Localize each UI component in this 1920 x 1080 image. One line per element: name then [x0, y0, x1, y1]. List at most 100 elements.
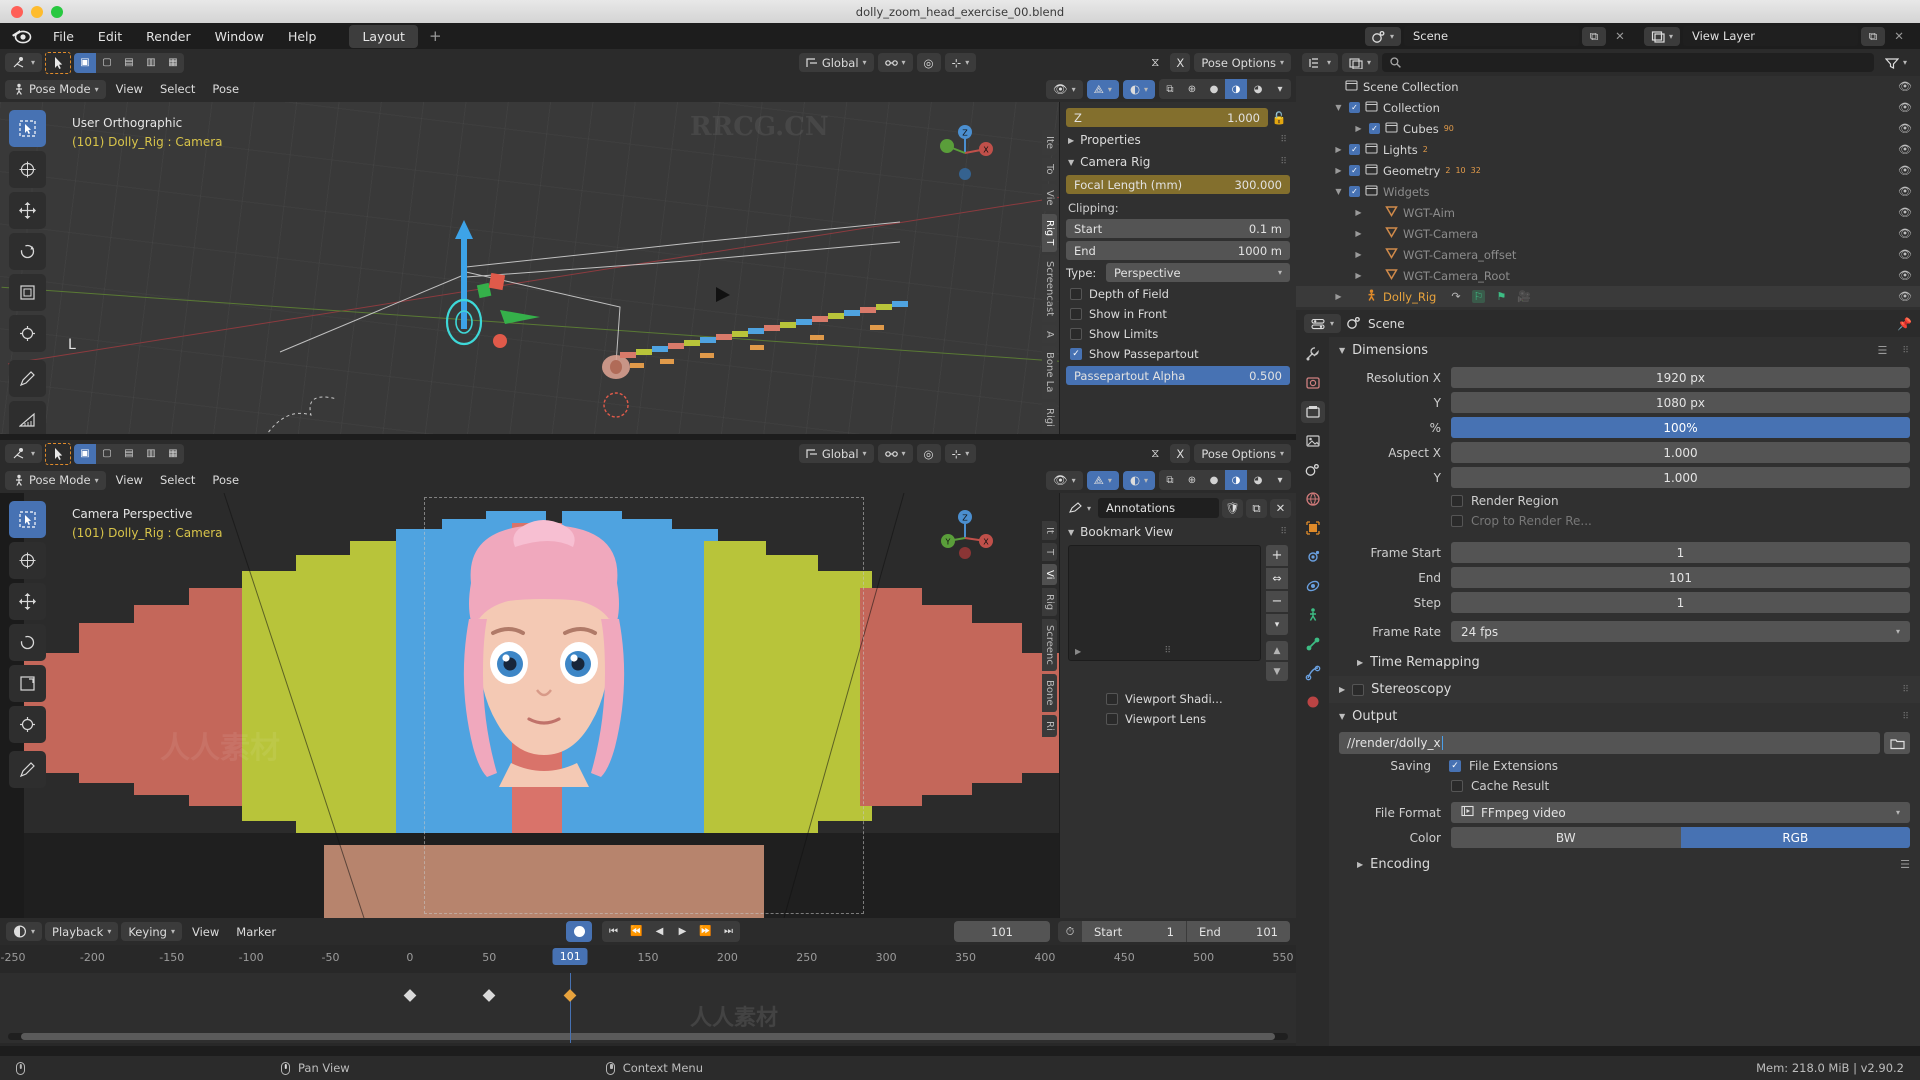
active-tool-select-box-icon[interactable] — [45, 51, 72, 74]
outliner-visibility-eye-icon[interactable]: 👁 — [1898, 185, 1912, 198]
tab-world[interactable] — [1301, 488, 1325, 510]
bookmark-list[interactable]: ▶ ⠿ — [1068, 545, 1261, 661]
gizmo-toggle-icon[interactable]: ⟁ ▾ — [1086, 470, 1119, 490]
tool-select-box-icon[interactable] — [9, 501, 46, 538]
tool-move-icon[interactable] — [9, 583, 46, 620]
output-section-header[interactable]: ▼ Output ⠿ — [1329, 703, 1920, 730]
bookmark-actions[interactable]: + ⇔ − ▾ ▲ ▼ — [1266, 545, 1288, 681]
timeline-menu-playback[interactable]: Playback ▾ — [45, 922, 119, 941]
stereoscopy-checkbox[interactable] — [1352, 683, 1365, 696]
dimensions-row[interactable]: % 100% — [1339, 416, 1910, 439]
tab-modifiers[interactable] — [1301, 546, 1325, 568]
show-passepartout-row[interactable]: ✓ Show Passepartout — [1060, 344, 1296, 364]
tab-physics[interactable] — [1301, 575, 1325, 597]
sidebar-tab-screencast[interactable]: Screencast — [1042, 254, 1057, 322]
tool-transform-icon[interactable] — [9, 315, 46, 352]
z-field-row[interactable]: Z 1.000 🔓 — [1066, 107, 1290, 128]
tool-annotate-icon[interactable] — [9, 360, 46, 397]
viewport-bottom-nav-gizmo[interactable]: Z X Y — [934, 507, 996, 569]
add-workspace-button[interactable]: + — [420, 27, 451, 45]
dimensions-row-field[interactable]: 100% — [1451, 417, 1910, 438]
armature-data-icon[interactable]: ⚑ — [1496, 290, 1506, 303]
auto-keying-button[interactable] — [566, 921, 592, 942]
dimensions-section-header[interactable]: ▼ Dimensions ☰ ⠿ — [1329, 337, 1920, 364]
frame-end-field[interactable]: 101 — [1451, 567, 1910, 588]
outliner-row[interactable]: ▶ WGT-Camera 👁 — [1296, 223, 1920, 244]
select-invert-icon[interactable]: ▥ — [140, 444, 162, 464]
viewport-bottom-canvas[interactable]: 人人素材 Camera Perspective (101) Dolly_Rig … — [0, 493, 1296, 918]
crop-to-render-region-checkbox[interactable] — [1451, 515, 1463, 527]
viewport-bottom-sidebar-tabs[interactable]: It T Vi Rig Screenc Bone Ri — [1042, 521, 1059, 740]
file-format-dropdown[interactable]: FFmpeg video ▾ — [1451, 802, 1910, 823]
pose-mirror-x-icon[interactable]: X — [1170, 444, 1191, 463]
scene-name-field[interactable]: Scene — [1403, 26, 1579, 46]
select-mode-group[interactable]: ▣ ▢ ▤ ▥ ▦ — [74, 443, 185, 464]
outliner-exclude-checkbox[interactable]: ✓ — [1349, 165, 1360, 176]
tab-render[interactable] — [1301, 372, 1325, 394]
keyframe-marker[interactable] — [563, 989, 577, 1002]
tab-output[interactable] — [1300, 401, 1325, 423]
viewport-top-sidebar-tabs[interactable]: Ite To Vie Rig T Screencast A Bone La Ri… — [1042, 130, 1059, 434]
outliner-exclude-checkbox[interactable]: ✓ — [1369, 123, 1380, 134]
dimensions-row[interactable]: Y 1080 px — [1339, 391, 1910, 414]
show-passepartout-checkbox[interactable]: ✓ — [1070, 348, 1082, 360]
outliner-visibility-eye-icon[interactable]: 👁 — [1898, 290, 1912, 303]
playhead-line[interactable] — [570, 973, 572, 1043]
transform-orientation-dropdown[interactable]: Global ▾ — [798, 444, 874, 463]
viewport-shading-checkbox[interactable] — [1106, 693, 1118, 705]
pose-options-dropdown[interactable]: Pose Options ▾ — [1194, 444, 1291, 463]
expand-icon[interactable]: ▶ — [1075, 647, 1081, 656]
select-mode-group[interactable]: ▣ ▢ ▤ ▥ ▦ — [74, 52, 185, 73]
tool-cursor-icon[interactable] — [9, 151, 46, 188]
proportional-edit-icon[interactable]: ◎ — [916, 444, 941, 463]
sidebar-tab-view[interactable]: Vie — [1042, 183, 1057, 212]
outliner-editor-type-icon[interactable]: ▾ — [1302, 53, 1339, 72]
outliner-exclude-checkbox[interactable]: ✓ — [1349, 186, 1360, 197]
outliner-exclude-checkbox[interactable]: ✓ — [1349, 102, 1360, 113]
xray-toggle-icon[interactable]: ⧉ — [1159, 470, 1181, 490]
pose-mirror-icon[interactable]: ⧖ — [1144, 444, 1166, 463]
viewport-menu-select[interactable]: Select — [153, 80, 202, 99]
current-frame-field[interactable]: 101 — [954, 921, 1050, 942]
annotation-name-field[interactable]: Annotations — [1098, 498, 1219, 518]
cache-result-row[interactable]: Cache Result — [1329, 776, 1920, 796]
sidebar-tab-rigify[interactable]: Rigi — [1042, 401, 1057, 433]
outliner-disclosure-triangle[interactable]: ▶ — [1353, 208, 1364, 217]
frame-start-field[interactable]: 1 — [1451, 542, 1910, 563]
outliner-visibility-eye-icon[interactable]: 👁 — [1898, 206, 1912, 219]
bookmark-menu-button[interactable]: ▾ — [1266, 614, 1288, 635]
move-bookmark-down-button[interactable]: ▼ — [1266, 662, 1288, 681]
viewlayer-name-field[interactable]: View Layer — [1683, 26, 1858, 46]
tool-scale-icon[interactable] — [9, 665, 46, 702]
dimensions-row[interactable]: Resolution X 1920 px — [1339, 366, 1910, 389]
gizmo-toggle-icon[interactable]: ⟁ ▾ — [1086, 79, 1119, 99]
timeline-editor-type-icon[interactable]: ▾ — [6, 922, 43, 941]
tab-object[interactable] — [1301, 517, 1325, 539]
xray-toggle-icon[interactable]: ⧉ — [1159, 79, 1181, 99]
tab-material[interactable] — [1301, 691, 1325, 713]
outliner-visibility-eye-icon[interactable]: 👁 — [1898, 164, 1912, 177]
swap-bookmark-button[interactable]: ⇔ — [1266, 568, 1288, 589]
browse-output-folder-icon[interactable] — [1884, 732, 1910, 754]
show-limits-checkbox[interactable] — [1070, 328, 1082, 340]
snap-toggle-icon[interactable]: ▾ — [877, 53, 913, 72]
outliner-visibility-eye-icon[interactable]: 👁 — [1898, 122, 1912, 135]
shading-solid-icon[interactable]: ● — [1203, 470, 1225, 490]
tab-view-layer[interactable] — [1301, 430, 1325, 452]
passepartout-alpha-slider[interactable]: Passepartout Alpha 0.500 — [1066, 366, 1290, 385]
editor-type-icon[interactable]: ▾ — [5, 444, 43, 463]
color-rgb-button[interactable]: RGB — [1680, 827, 1910, 848]
outliner-row[interactable]: ▶ WGT-Aim 👁 — [1296, 202, 1920, 223]
outliner-row[interactable]: ▶ WGT-Camera_offset 👁 — [1296, 244, 1920, 265]
encoding-section-header[interactable]: ▶ Encoding ☰ — [1329, 851, 1920, 878]
menu-window[interactable]: Window — [204, 26, 275, 47]
select-subtract-icon[interactable]: ▤ — [118, 53, 140, 73]
visibility-dropdown-icon[interactable]: 👁 ▾ — [1046, 79, 1083, 99]
timeline-horizontal-scrollbar[interactable] — [8, 1033, 1288, 1040]
visibility-dropdown-icon[interactable]: 👁 ▾ — [1046, 470, 1083, 490]
move-bookmark-up-button[interactable]: ▲ — [1266, 641, 1288, 660]
shading-options-chevron-icon[interactable]: ▾ — [1269, 79, 1291, 99]
select-intersect-icon[interactable]: ▦ — [162, 444, 184, 464]
viewport-menu-select[interactable]: Select — [153, 471, 202, 490]
clip-end-row[interactable]: End 1000 m — [1066, 240, 1290, 261]
